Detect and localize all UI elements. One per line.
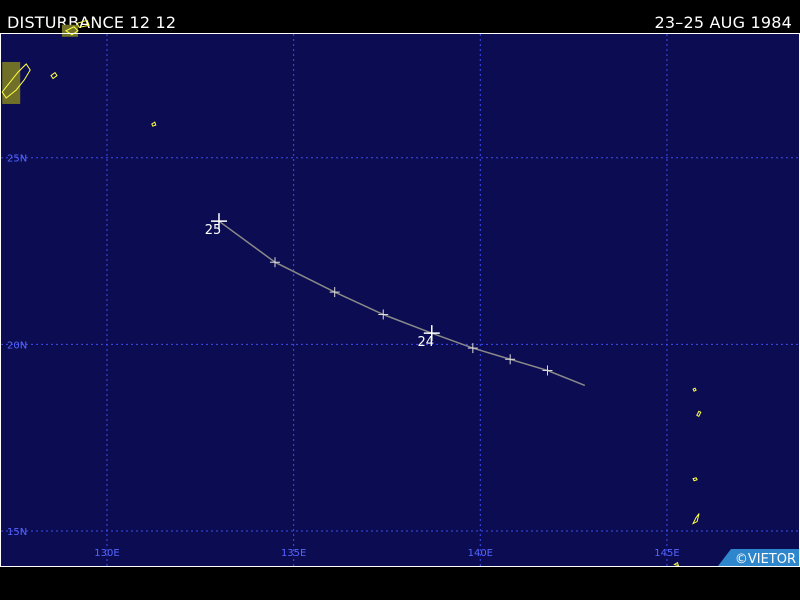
footer-bar	[0, 567, 800, 600]
lat-label: 15N	[7, 527, 27, 538]
lon-label: 140E	[468, 548, 493, 559]
lon-label: 130E	[94, 548, 119, 559]
lon-label: 145E	[654, 548, 679, 559]
island-island-b	[76, 19, 90, 28]
lat-label: 20N	[7, 340, 27, 351]
ocean-background	[1, 34, 799, 566]
day-marker-label: 24	[417, 335, 434, 350]
lon-label: 135E	[281, 548, 306, 559]
lat-label: 25N	[7, 154, 27, 165]
land-block	[2, 61, 21, 104]
credit-text: ©VIETOR	[735, 552, 796, 567]
day-marker-label: 25	[205, 223, 222, 238]
land-block	[61, 24, 78, 37]
storm-track-map: 130E 135E 140E 145E 15N 20N 25N 24 25 ©VIETOR	[0, 19, 800, 595]
credit-badge: ©VIETOR	[718, 549, 799, 567]
